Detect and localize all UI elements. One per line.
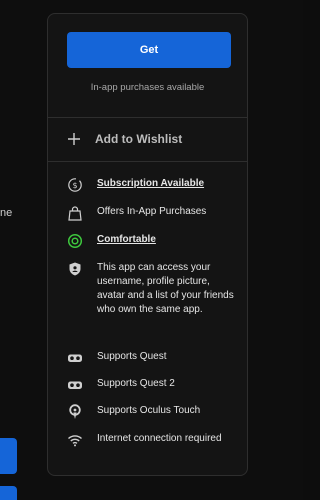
iap-note: In-app purchases available	[90, 82, 205, 93]
comfort-rating-icon	[67, 233, 83, 249]
page: ne Get In-app purchases available Add to…	[0, 0, 303, 500]
wishlist-label: Add to Wishlist	[95, 132, 183, 146]
feature-text: Supports Oculus Touch	[97, 405, 201, 416]
shopping-bag-icon	[68, 206, 82, 221]
divider	[48, 117, 247, 118]
subscription-link[interactable]: Subscription Available	[97, 177, 204, 191]
comfortable-link[interactable]: Comfortable	[97, 233, 156, 247]
background-button-fragment[interactable]	[0, 438, 17, 474]
shield-icon	[69, 262, 81, 276]
feature-permissions: This app can access your username, profi…	[67, 261, 237, 317]
permissions-text: This app can access your username, profi…	[97, 262, 234, 315]
feature-text: Supports Quest 2	[97, 378, 175, 389]
feature-text: Offers In-App Purchases	[97, 206, 207, 217]
feature-supports-quest-2: Supports Quest 2	[67, 377, 237, 393]
plus-icon	[68, 133, 80, 145]
vr-headset-icon	[68, 354, 82, 362]
feature-supports-quest: Supports Quest	[67, 350, 237, 366]
add-to-wishlist-button[interactable]: Add to Wishlist	[67, 128, 231, 150]
svg-text:$: $	[72, 181, 77, 190]
feature-comfort-rating: Comfortable	[67, 233, 237, 249]
feature-text: Supports Quest	[97, 351, 167, 362]
subscription-icon: $	[68, 178, 82, 192]
feature-subscription: $ Subscription Available	[67, 177, 237, 193]
background-text-fragment: ne	[0, 207, 13, 219]
feature-internet-required: Internet connection required	[67, 432, 237, 448]
get-button[interactable]: Get	[67, 32, 231, 68]
divider	[48, 161, 247, 162]
feature-supports-touch: Supports Oculus Touch	[67, 404, 237, 420]
wifi-icon	[68, 435, 82, 447]
feature-text: Internet connection required	[97, 433, 222, 444]
touch-controller-icon	[69, 404, 81, 419]
background-button-fragment-2[interactable]	[0, 486, 17, 500]
vr-headset-icon	[68, 381, 82, 389]
purchase-card: Get In-app purchases available Add to Wi…	[47, 13, 248, 476]
feature-in-app-purchases: Offers In-App Purchases	[67, 205, 237, 221]
